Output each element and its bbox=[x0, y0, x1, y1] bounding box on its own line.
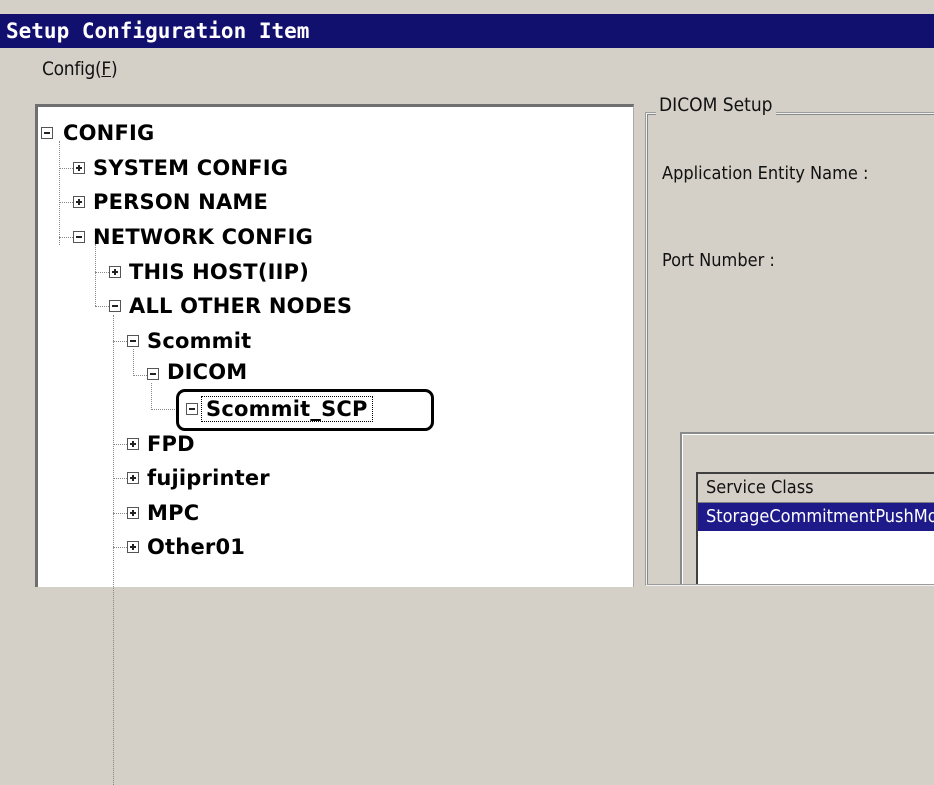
expand-icon[interactable] bbox=[109, 266, 121, 278]
expand-icon[interactable] bbox=[127, 541, 139, 553]
port-number-label: Port Number : bbox=[662, 250, 775, 271]
tree-node-label: fujiprinter bbox=[147, 466, 270, 490]
ae-name-label: Application Entity Name : bbox=[662, 163, 869, 184]
config-tree[interactable]: CONFIG SYSTEM CONFIG PERSON NAME NETWORK… bbox=[35, 104, 634, 785]
tree-line bbox=[95, 244, 96, 306]
tree-node-label: Other01 bbox=[147, 535, 246, 559]
tree-line bbox=[113, 444, 127, 445]
tree-line bbox=[59, 141, 60, 245]
tree-node-label: CONFIG bbox=[63, 121, 155, 145]
expand-icon[interactable] bbox=[73, 162, 85, 174]
tree-node-fujiprinter[interactable]: fujiprinter bbox=[127, 463, 270, 493]
expand-icon[interactable] bbox=[127, 472, 139, 484]
tree-line bbox=[113, 341, 127, 342]
tree-node-label: DICOM bbox=[167, 360, 248, 382]
tree-node-all-other-nodes[interactable]: ALL OTHER NODES bbox=[109, 291, 352, 321]
dicom-setup-title: DICOM Setup bbox=[656, 94, 776, 116]
tree-node-system-config[interactable]: SYSTEM CONFIG bbox=[73, 153, 288, 183]
collapse-icon[interactable] bbox=[73, 231, 85, 243]
tree-node-other01[interactable]: Other01 bbox=[127, 532, 245, 562]
tree-node-label: THIS HOST(IIP) bbox=[129, 260, 310, 284]
tree-node-label: FPD bbox=[147, 432, 195, 456]
tree-line bbox=[95, 272, 109, 273]
expand-icon[interactable] bbox=[73, 196, 85, 208]
collapse-icon[interactable] bbox=[41, 127, 53, 139]
tree-node-person-name[interactable]: PERSON NAME bbox=[73, 187, 268, 217]
menu-config-accel: F bbox=[101, 58, 111, 80]
tree-line bbox=[59, 237, 73, 238]
highlight-callout bbox=[176, 389, 434, 431]
tree-node-label: PERSON NAME bbox=[93, 190, 269, 214]
menu-bar: Config(F) bbox=[0, 48, 934, 88]
menu-config-label: Config( bbox=[42, 58, 102, 80]
tree-node-scommit[interactable]: Scommit bbox=[127, 326, 251, 356]
column-header-service-class[interactable]: Service Class bbox=[698, 474, 934, 503]
window-title: Setup Configuration Item bbox=[0, 14, 934, 48]
tree-node-network-config[interactable]: NETWORK CONFIG bbox=[73, 222, 313, 252]
tree-line bbox=[59, 168, 73, 169]
tree-node-label: SYSTEM CONFIG bbox=[93, 156, 289, 180]
expand-icon[interactable] bbox=[127, 507, 139, 519]
tree-node-mpc[interactable]: MPC bbox=[127, 498, 199, 528]
tree-line bbox=[113, 547, 127, 548]
service-class-list[interactable]: Service Class StorageCommitmentPushModel bbox=[696, 472, 934, 584]
tree-node-this-host[interactable]: THIS HOST(IIP) bbox=[109, 257, 309, 287]
menu-config-suffix: ) bbox=[110, 58, 118, 80]
tree-node-dicom[interactable]: DICOM bbox=[147, 360, 247, 382]
collapse-icon[interactable] bbox=[127, 335, 139, 347]
tree-line bbox=[59, 202, 73, 203]
tree-line bbox=[151, 383, 152, 410]
tree-node-label: MPC bbox=[147, 501, 200, 525]
collapse-icon[interactable] bbox=[109, 300, 121, 312]
collapse-icon[interactable] bbox=[147, 368, 159, 380]
tree-node-label: NETWORK CONFIG bbox=[93, 225, 314, 249]
list-item[interactable]: StorageCommitmentPushModel bbox=[698, 503, 934, 531]
tree-node-label: Scommit bbox=[147, 329, 252, 353]
tree-line bbox=[151, 409, 177, 410]
tree-line bbox=[133, 375, 147, 376]
menu-config[interactable]: Config(F) bbox=[42, 58, 118, 80]
tree-node-label: ALL OTHER NODES bbox=[129, 294, 353, 318]
tree-line bbox=[113, 478, 127, 479]
tree-node-config[interactable]: CONFIG bbox=[41, 118, 154, 148]
tree-line bbox=[113, 513, 127, 514]
expand-icon[interactable] bbox=[127, 438, 139, 450]
tree-line bbox=[113, 315, 114, 785]
tree-node-fpd[interactable]: FPD bbox=[127, 429, 195, 459]
tree-line bbox=[95, 306, 109, 307]
